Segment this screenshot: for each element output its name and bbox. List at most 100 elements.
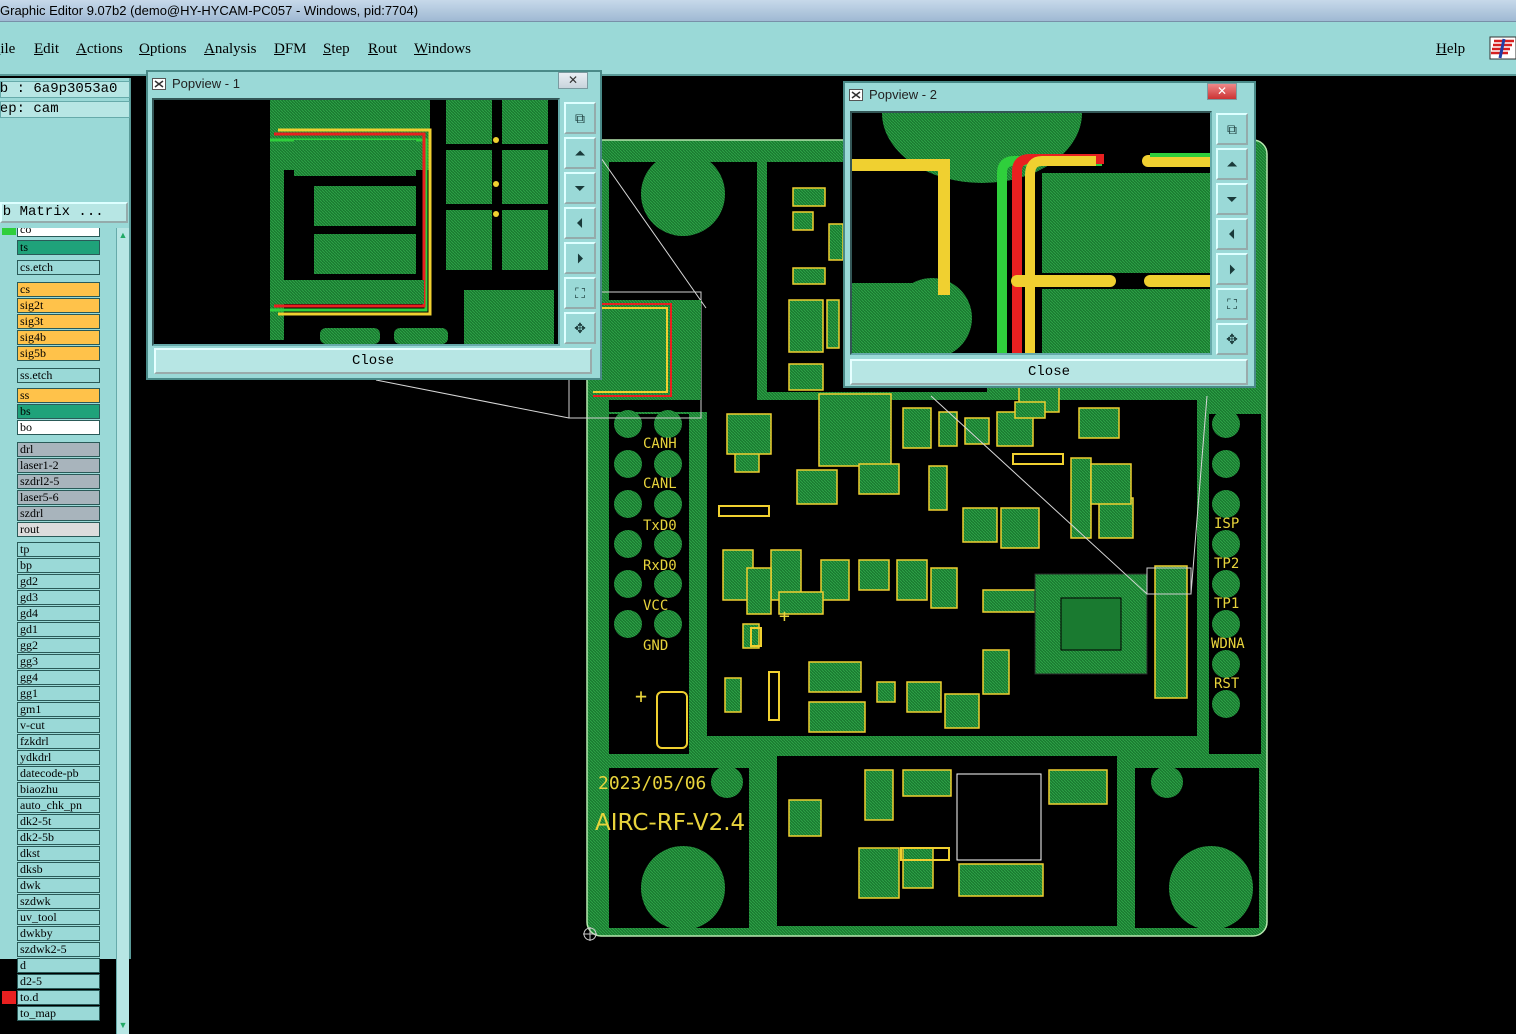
layer-scrollbar[interactable]: ▲ ▼ (116, 228, 129, 1034)
popview-1-zoom-drawing (270, 100, 554, 344)
popview-2-pan-down-button[interactable]: ⏷ (1216, 183, 1248, 215)
popview-2-pan-right-button[interactable]: ⏵ (1216, 253, 1248, 285)
popview-1-close-button[interactable]: Close (154, 348, 592, 374)
menu-windows[interactable]: Windows (414, 41, 471, 58)
layer-item[interactable]: szdrl2-5 (17, 474, 100, 489)
popview-2-pan-left-button[interactable]: ⏴ (1216, 218, 1248, 250)
layer-item[interactable]: ydkdrl (17, 750, 100, 765)
layer-item[interactable]: laser1-2 (17, 458, 100, 473)
popview-1-pan-right-button[interactable]: ⏵ (564, 242, 596, 274)
layer-item[interactable]: szdwk (17, 894, 100, 909)
menu-file[interactable]: File (0, 41, 15, 58)
popview-1-pan-down-button[interactable]: ⏷ (564, 172, 596, 204)
layer-item[interactable]: datecode-pb (17, 766, 100, 781)
popview-2-zoom-window-button[interactable]: ⧉ (1216, 113, 1248, 145)
popview-2-close-button[interactable]: Close (850, 359, 1248, 385)
layer-item[interactable]: bs (17, 404, 100, 419)
zoom-home-icon: ⛶ (575, 284, 585, 301)
layer-item[interactable]: dwk (17, 878, 100, 893)
layer-item[interactable]: gg4 (17, 670, 100, 685)
popview-2-close-x-button[interactable]: ✕ (1207, 83, 1237, 100)
layer-item[interactable]: uv_tool (17, 910, 100, 925)
pin-label-canl: CANL (643, 476, 677, 492)
layer-item[interactable]: ss (17, 388, 100, 403)
pan-down-icon: ⏷ (574, 179, 586, 196)
popview-2-zoom-home-button[interactable]: ⛶ (1216, 288, 1248, 320)
pin-label-vcc: VCC (643, 598, 669, 614)
layer-item[interactable]: bo (17, 420, 100, 435)
layer-item[interactable]: gd3 (17, 590, 100, 605)
job-matrix-label: Job Matrix ... (2, 204, 104, 220)
popview-1-zoom-window-button[interactable]: ⧉ (564, 102, 596, 134)
popview-2-pan-up-button[interactable]: ⏶ (1216, 148, 1248, 180)
layer-item[interactable]: dksb (17, 862, 100, 877)
step-name: Step: cam (0, 101, 130, 118)
layer-item[interactable]: gd2 (17, 574, 100, 589)
layer-item[interactable]: gm1 (17, 702, 100, 717)
layer-item[interactable]: dk2-5b (17, 830, 100, 845)
menu-dfm[interactable]: DFM (274, 41, 307, 58)
layer-item[interactable]: szdrl (17, 506, 100, 521)
window-title-bar: Graphic Editor 9.07b2 (demo@HY-HYCAM-PC0… (0, 0, 1516, 22)
menu-help[interactable]: Help (1436, 41, 1465, 58)
layer-item[interactable]: to_map (17, 1006, 100, 1021)
popview-1-pan-up-button[interactable]: ⏶ (564, 137, 596, 169)
scroll-down-icon[interactable]: ▼ (117, 1020, 129, 1032)
popview-2-view[interactable] (850, 111, 1212, 355)
menu-analysis[interactable]: Analysis (204, 41, 257, 58)
layer-item[interactable]: cs (17, 282, 100, 297)
popview-1-close-x-button[interactable]: ✕ (558, 72, 588, 89)
window-title: Graphic Editor 9.07b2 (demo@HY-HYCAM-PC0… (0, 3, 419, 18)
polarity-plus-sign: + (635, 684, 648, 708)
label-isp: ISP (1214, 516, 1240, 532)
layer-item[interactable]: tp (17, 542, 100, 557)
layer-item[interactable]: sig4b (17, 330, 100, 345)
layer-item[interactable]: sig5b (17, 346, 100, 361)
layer-item[interactable]: drl (17, 442, 100, 457)
menu-rout[interactable]: Rout (368, 41, 397, 58)
layer-item[interactable]: ts (17, 240, 100, 255)
layer-item[interactable]: bp (17, 558, 100, 573)
menu-bar: File Edit Actions Options Analysis DFM S… (0, 22, 1516, 76)
layer-affected-marker[interactable] (2, 228, 16, 235)
zoom-window-icon: ⧉ (1227, 120, 1237, 137)
layer-item[interactable]: d (17, 958, 100, 973)
layer-item[interactable]: rout (17, 522, 100, 537)
layer-item[interactable]: dkst (17, 846, 100, 861)
menu-options[interactable]: Options (139, 41, 187, 58)
popview-1-title: Popview - 1 (172, 76, 240, 91)
layer-item[interactable]: laser5-6 (17, 490, 100, 505)
layer-affected-marker[interactable] (2, 991, 16, 1004)
menu-actions[interactable]: Actions (76, 41, 123, 58)
layer-item[interactable]: dwkby (17, 926, 100, 941)
menu-edit[interactable]: Edit (34, 41, 59, 58)
layer-item[interactable]: cs.etch (17, 260, 100, 275)
layer-item[interactable]: ss.etch (17, 368, 100, 383)
layer-item[interactable]: gg2 (17, 638, 100, 653)
popview-1-view[interactable] (152, 98, 560, 346)
layer-item[interactable]: gg1 (17, 686, 100, 701)
layer-item[interactable]: to.d (17, 990, 100, 1005)
layer-item[interactable]: fzkdrl (17, 734, 100, 749)
popview-1-zoom-home-button[interactable]: ⛶ (564, 277, 596, 309)
job-matrix-button[interactable]: Job Matrix ... (0, 202, 128, 223)
pin-label-gnd: GND (643, 638, 669, 654)
layer-item[interactable]: auto_chk_pn (17, 798, 100, 813)
menu-step[interactable]: Step (323, 41, 350, 58)
layer-list: co ts cs.etch cs sig2t sig3t sig4b sig5b ss.etch… (0, 228, 116, 1028)
popview-1-pan-left-button[interactable]: ⏴ (564, 207, 596, 239)
layer-item[interactable]: gd4 (17, 606, 100, 621)
layer-item[interactable]: szdwk2-5 (17, 942, 100, 957)
layer-item[interactable]: sig2t (17, 298, 100, 313)
popview-2-zoom-fit-button[interactable]: ✥ (1216, 323, 1248, 355)
layer-item[interactable]: biaozhu (17, 782, 100, 797)
scroll-up-icon[interactable]: ▲ (117, 230, 129, 242)
layer-item[interactable]: sig3t (17, 314, 100, 329)
layer-item[interactable]: gg3 (17, 654, 100, 669)
layer-item[interactable]: co (17, 228, 100, 237)
popview-1-zoom-fit-button[interactable]: ✥ (564, 312, 596, 344)
layer-item[interactable]: v-cut (17, 718, 100, 733)
layer-item[interactable]: d2-5 (17, 974, 100, 989)
layer-item[interactable]: dk2-5t (17, 814, 100, 829)
layer-item[interactable]: gd1 (17, 622, 100, 637)
